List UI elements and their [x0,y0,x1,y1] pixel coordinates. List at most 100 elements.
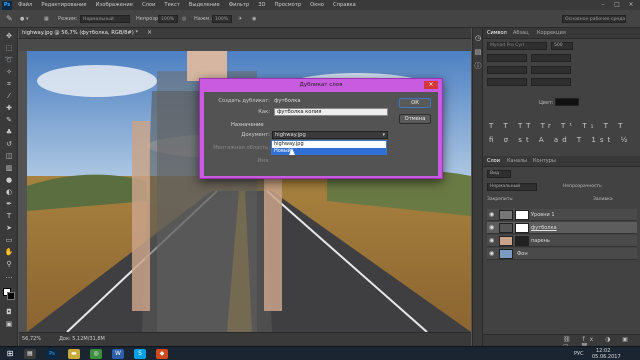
flow-field[interactable]: 100% [212,15,232,23]
lasso-tool-icon[interactable]: ➰ [4,56,14,65]
tab-paragraph[interactable]: Абзац [513,30,529,36]
menu-window[interactable]: Окно [310,2,324,8]
history-brush-icon[interactable]: ↺ [4,140,14,149]
workspace-select[interactable]: Основное рабочее среда [562,15,626,23]
cancel-button[interactable]: Отмена [399,114,431,124]
tracking-select[interactable] [531,66,571,74]
screen-mode-icon[interactable]: ▣ [4,320,14,329]
magic-wand-icon[interactable]: ✧ [4,68,14,77]
document-select[interactable]: highway.jpg ▾ [272,131,388,139]
menu-view[interactable]: Просмотр [275,2,302,8]
menu-3d[interactable]: 3D [258,2,265,8]
layer-filter-select[interactable]: Вид [487,170,511,178]
kerning-select[interactable] [487,66,527,74]
type-tool-icon[interactable]: T [4,212,14,221]
ok-button[interactable]: ОК [399,98,431,108]
shape-tool-icon[interactable]: ▭ [4,236,14,245]
menu-help[interactable]: Справка [333,2,356,8]
healing-brush-icon[interactable]: ✚ [4,104,14,113]
dodge-tool-icon[interactable]: ◐ [4,188,14,197]
text-style-buttons[interactable]: T T TT Tr T¹ T₁ T T [489,122,626,130]
word-icon[interactable]: W [112,349,124,359]
document-tab[interactable]: highway.jpg @ 56,7% (футболка, RGB/8#) *… [19,28,471,39]
close-window-icon[interactable]: × [624,0,638,10]
menu-edit[interactable]: Редактирование [41,2,86,8]
maximize-icon[interactable]: □ [610,0,624,10]
brush-panel-icon[interactable]: ▦ [44,14,49,24]
tab-character[interactable]: Символ [487,30,507,36]
layer-row-guy[interactable]: ◉ парень [487,235,637,247]
menu-type[interactable]: Текст [164,2,179,8]
horizontal-scale-field[interactable] [531,78,571,86]
chrome-icon[interactable]: ◎ [90,349,102,359]
menu-image[interactable]: Изображение [96,2,133,8]
visibility-eye-icon[interactable]: ◉ [489,250,496,257]
path-select-icon[interactable]: ➤ [4,224,14,233]
move-tool-icon[interactable]: ✥ [4,32,14,41]
properties-panel-icon[interactable]: ▤ [474,48,482,57]
blend-mode-select[interactable]: Нормальный [80,15,130,23]
crop-tool-icon[interactable]: ⌗ [4,80,14,89]
brush-tool-icon[interactable]: ✎ [6,14,13,24]
layers-footer: ⛓ fx ◑ ▣ ▢ 🗑 [483,334,640,350]
font-family-select[interactable]: Myriad Pro Cyrl [487,42,547,50]
menu-layers[interactable]: Слои [142,2,155,8]
quick-mask-icon[interactable]: ◘ [4,308,14,317]
menu-filter[interactable]: Фильтр [229,2,250,8]
layer-row-levels[interactable]: ◉ Уровни 1 [487,209,637,221]
text-color-swatch[interactable] [555,98,579,106]
pen-tool-icon[interactable]: ✒ [4,200,14,209]
eraser-icon[interactable]: ◫ [4,152,14,161]
as-label: Как: [258,109,270,115]
brush-tool-icon[interactable]: ✎ [4,116,14,125]
tab-layers[interactable]: Слои [487,158,500,164]
photoshop-taskbar-icon[interactable]: Ps [46,349,58,359]
app-icon[interactable]: ◆ [156,349,168,359]
zoom-level[interactable]: 56,72% [22,336,41,342]
font-style-select[interactable] [487,54,527,62]
close-tab-icon[interactable]: × [147,29,152,36]
layer-row-background[interactable]: ◉ Фон [487,248,637,260]
pressure-icon[interactable]: ◎ [182,14,186,24]
tab-channels[interactable]: Каналы [507,158,527,164]
airbrush-icon[interactable]: ✈ [238,14,242,24]
layer-name-input[interactable]: футболка копия [274,108,388,116]
visibility-eye-icon[interactable]: ◉ [489,237,496,244]
windows-start-icon[interactable]: ⊞ [4,349,16,359]
opentype-buttons[interactable]: ﬁ σ st A ad T 1st ½ [489,136,631,144]
blur-tool-icon[interactable]: ● [4,176,14,185]
layer-row-tshirt[interactable]: ◉ футболка [487,222,637,234]
visibility-eye-icon[interactable]: ◉ [489,211,496,218]
visibility-eye-icon[interactable]: ◉ [489,224,496,231]
layer-blend-mode-select[interactable]: Нормальный [487,183,537,191]
leading-select[interactable] [531,54,571,62]
skype-icon[interactable]: S [134,349,146,359]
eyedropper-icon[interactable]: ⁄ [4,92,14,101]
dialog-close-icon[interactable]: × [424,81,438,89]
zoom-tool-icon[interactable]: ⚲ [4,260,14,269]
hand-tool-icon[interactable]: ✋ [4,248,14,257]
font-size-field[interactable]: 500 [551,42,573,50]
folder-icon[interactable]: ▬ [68,349,80,359]
menu-select[interactable]: Выделение [189,2,220,8]
clone-stamp-icon[interactable]: ♣ [4,128,14,137]
minimize-icon[interactable]: – [596,0,610,10]
dropdown-option-highway[interactable]: highway.jpg [272,141,386,148]
layer-name: Фон [517,251,528,257]
language-indicator[interactable]: РУС [574,351,584,357]
history-panel-icon[interactable]: ◷ [474,34,482,43]
more-tools-icon[interactable]: … [4,272,14,281]
background-color-swatch[interactable] [7,292,15,300]
menu-file[interactable]: Файл [18,2,32,8]
dialog-title: Дубликат слоя [299,82,343,88]
tablet-pressure-icon[interactable]: ◉ [252,14,256,24]
info-panel-icon[interactable]: ⓘ [474,62,482,71]
file-explorer-icon[interactable]: ▤ [24,349,36,359]
gradient-icon[interactable]: ▥ [4,164,14,173]
tab-adjustments[interactable]: Коррекция [537,30,566,36]
tab-paths[interactable]: Контуры [533,158,556,164]
vertical-scale-field[interactable] [487,78,527,86]
opacity-field[interactable]: 100% [158,15,178,23]
brush-preset-icon[interactable]: ● ▾ [20,14,28,24]
marquee-tool-icon[interactable]: ⬚ [4,44,14,53]
